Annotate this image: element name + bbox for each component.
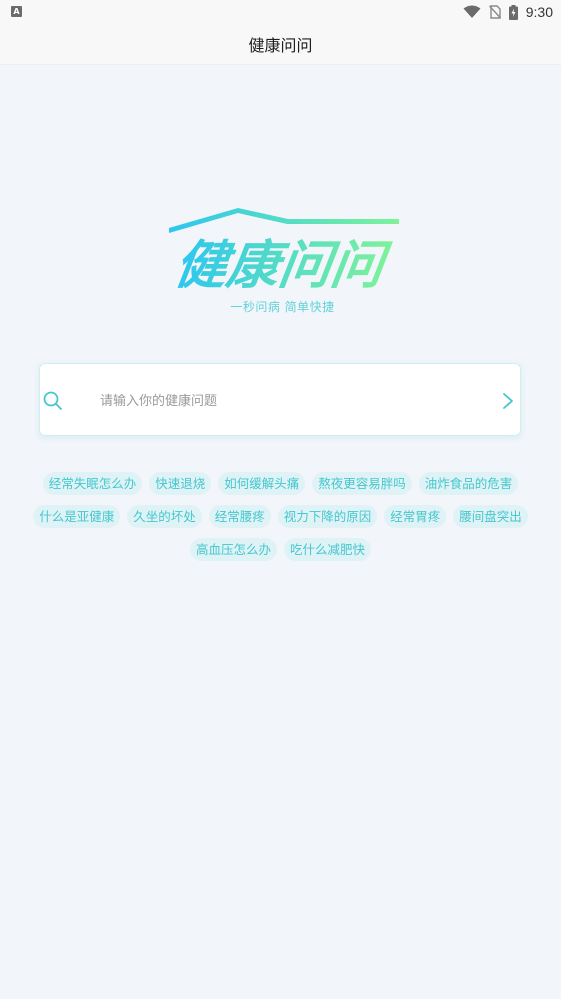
chevron-right-icon[interactable] <box>500 391 516 411</box>
page-title: 健康问问 <box>248 36 313 55</box>
suggestion-tag[interactable]: 久坐的坏处 <box>127 505 202 528</box>
suggestion-tag[interactable]: 经常腰疼 <box>208 505 271 528</box>
suggestion-tag[interactable]: 如何缓解头痛 <box>218 472 306 495</box>
wifi-icon <box>463 5 481 18</box>
suggestion-tag[interactable]: 经常胃疼 <box>384 505 447 528</box>
suggestion-tag[interactable]: 油炸食品的危害 <box>418 472 519 495</box>
suggestion-tag[interactable]: 快速退烧 <box>149 472 212 495</box>
title-bar: 健康问问 <box>0 24 561 65</box>
status-bar: A 9:30 <box>0 0 561 24</box>
logo-text: 健康问问 <box>171 236 394 293</box>
suggestion-tag[interactable]: 腰间盘突出 <box>453 505 528 528</box>
battery-charging-icon <box>508 4 518 20</box>
roof-icon <box>169 208 399 233</box>
logo-slogan: 一秒问病 简单快捷 <box>230 300 335 314</box>
suggestion-tag[interactable]: 经常失眠怎么办 <box>42 472 143 495</box>
search-input[interactable] <box>98 386 492 416</box>
suggestion-tag[interactable]: 熬夜更容易胖吗 <box>312 472 412 495</box>
suggestion-tag[interactable]: 视力下降的原因 <box>277 505 378 528</box>
notification-icon: A <box>11 6 22 17</box>
no-sim-icon <box>488 5 501 19</box>
suggestion-tags: 经常失眠怎么办 快速退烧 如何缓解头痛 熬夜更容易胖吗 油炸食品的危害 什么是亚… <box>24 472 537 561</box>
suggestion-tag[interactable]: 什么是亚健康 <box>33 505 121 528</box>
search-box[interactable] <box>39 363 521 436</box>
status-icons: 9:30 <box>463 3 553 21</box>
suggestion-tag[interactable]: 吃什么减肥快 <box>284 538 372 561</box>
status-time: 9:30 <box>525 4 553 20</box>
suggestion-tag[interactable]: 高血压怎么办 <box>189 538 277 561</box>
search-icon <box>43 391 62 410</box>
logo-graphic: 健康问问 <box>169 208 399 296</box>
app-logo: 健康问问 一秒问病 简单快捷 <box>160 203 405 314</box>
